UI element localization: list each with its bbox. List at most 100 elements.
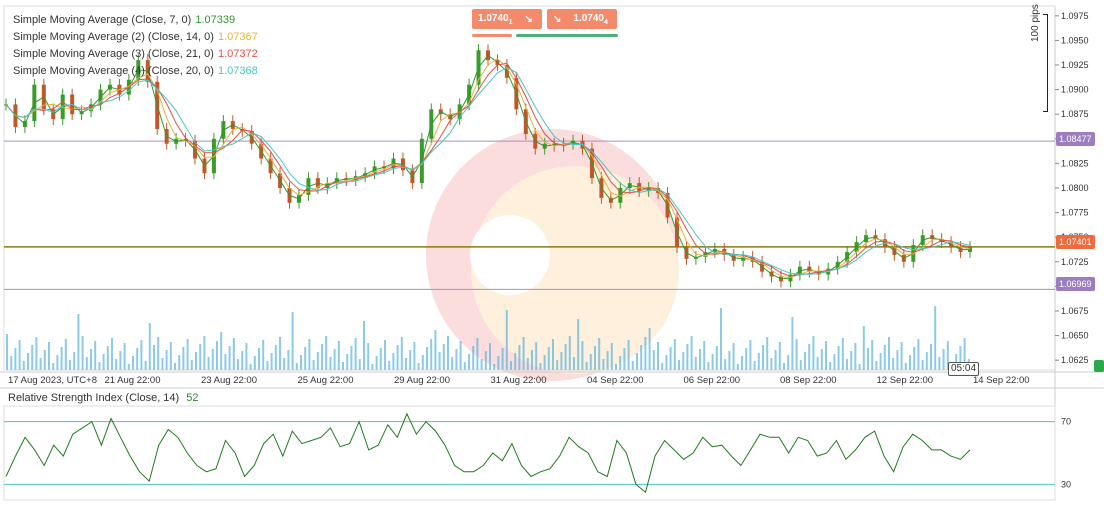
volume-bar	[934, 306, 937, 370]
sma-legend-value: 1.07339	[195, 14, 236, 26]
volume-bar	[589, 354, 592, 370]
volume-bar	[552, 339, 554, 370]
sma-legend-label: Simple Moving Average (2) (Close, 14, 0)	[13, 31, 214, 43]
y-tick-label: 1.0950	[1061, 35, 1089, 45]
volume-bar	[925, 352, 928, 370]
volume-bar	[690, 336, 693, 370]
volume-bar	[804, 352, 806, 370]
volume-bar	[157, 337, 160, 370]
buy-button[interactable]: ↘ 1.07404	[547, 9, 617, 29]
y-tick-label: 1.0825	[1061, 158, 1089, 168]
y-tick-label: 1.0775	[1061, 208, 1089, 218]
volume-bar	[627, 340, 630, 370]
volume-bar	[526, 358, 529, 370]
volume-bar	[258, 348, 260, 370]
volume-bar	[917, 339, 920, 370]
volume-bar	[497, 356, 500, 370]
rsi-level-label: 70	[1061, 417, 1071, 427]
rsi-legend-label: Relative Strength Index (Close, 14)	[8, 392, 180, 404]
pips-ruler-label: 100 pips	[1030, 4, 1041, 42]
volume-bar	[321, 344, 323, 370]
volume-bar	[186, 339, 189, 370]
volume-bar	[854, 343, 857, 370]
volume-bar	[875, 361, 878, 370]
volume-bar	[610, 343, 613, 370]
volume-bar	[18, 340, 21, 370]
volume-bar	[799, 360, 802, 370]
volume-bar	[774, 350, 777, 370]
volume-bar	[770, 358, 773, 370]
volume-bar	[190, 360, 193, 370]
volume-bar	[556, 360, 559, 370]
sma-legend-value: 1.07372	[217, 48, 258, 60]
volume-bar	[262, 340, 265, 370]
volume-bar	[514, 353, 517, 370]
sell-button[interactable]: 1.07401 ↘	[472, 9, 542, 29]
volume-bar	[413, 342, 416, 370]
volume-bar	[127, 364, 130, 370]
volume-bar	[455, 349, 458, 370]
upper-level-tag: 1.08477	[1056, 132, 1095, 146]
sma-legend-label: Simple Moving Average (3) (Close, 21, 0)	[13, 48, 214, 60]
volume-bar	[724, 359, 727, 370]
volume-bar	[858, 364, 861, 370]
rsi-line	[5, 412, 971, 494]
volume-bar	[64, 339, 67, 370]
volume-bar	[686, 344, 689, 370]
volume-bar	[69, 360, 71, 370]
sma-legend-label: Simple Moving Average (4) (Close, 20, 0)	[13, 65, 214, 77]
buy-arrow-icon: ↘	[553, 13, 562, 25]
volume-bar	[812, 336, 815, 370]
volume-bar	[6, 334, 8, 370]
volume-bar	[111, 338, 113, 370]
volume-bar	[279, 337, 281, 370]
volume-bar	[867, 348, 869, 370]
volume-bar	[938, 357, 941, 370]
sma-legend-value: 1.07368	[217, 65, 258, 77]
sell-arrow-icon: ↘	[524, 13, 533, 25]
volume-bar	[787, 355, 790, 370]
volume-bar	[665, 355, 668, 370]
sell-spread-bar	[472, 34, 512, 37]
volume-bar	[879, 353, 882, 370]
sma-legend-1: Simple Moving Average (2) (Close, 14, 0)…	[13, 29, 258, 46]
volume-bar	[652, 350, 655, 370]
volume-bar	[581, 341, 584, 370]
volume-bar	[43, 350, 46, 370]
rsi-panel-frame	[3, 405, 1056, 501]
volume-bar	[547, 347, 550, 370]
volume-bar	[52, 363, 55, 370]
volume-bar	[829, 362, 832, 370]
volume-bar	[833, 354, 836, 370]
volume-bar	[417, 363, 420, 370]
volume-bar	[766, 337, 769, 370]
volume-bar	[434, 330, 437, 370]
volume-bar	[312, 360, 315, 370]
buy-price: 1.07404	[573, 12, 608, 26]
volume-bar	[673, 339, 676, 370]
volume-bar	[354, 338, 357, 370]
volume-bar	[568, 336, 571, 370]
x-tick-label: 21 Aug 22:00	[105, 375, 161, 386]
volume-bar	[228, 346, 231, 370]
volume-bar	[505, 310, 508, 370]
y-tick-label: 1.0875	[1061, 109, 1089, 119]
volume-bar	[153, 345, 155, 370]
volume-bar	[115, 359, 118, 370]
volume-bar	[539, 363, 542, 370]
volume-bar	[472, 346, 475, 370]
volume-bar	[371, 364, 374, 370]
volume-bar	[451, 357, 454, 370]
volume-bar	[94, 341, 97, 370]
volume-bar	[48, 342, 50, 370]
sma-legend-3: Simple Moving Average (4) (Close, 20, 0)…	[13, 63, 258, 80]
volume-bar	[35, 337, 38, 370]
volume-bar	[900, 342, 903, 370]
volume-bar	[816, 357, 819, 370]
volume-bar	[379, 348, 382, 370]
y-tick-label: 1.0625	[1061, 355, 1089, 365]
volume-bar	[904, 363, 907, 370]
scroll-right-icon[interactable]	[1094, 360, 1104, 372]
volume-bar	[60, 347, 63, 370]
x-tick-label: 17 Aug 2023, UTC+8	[8, 375, 97, 386]
